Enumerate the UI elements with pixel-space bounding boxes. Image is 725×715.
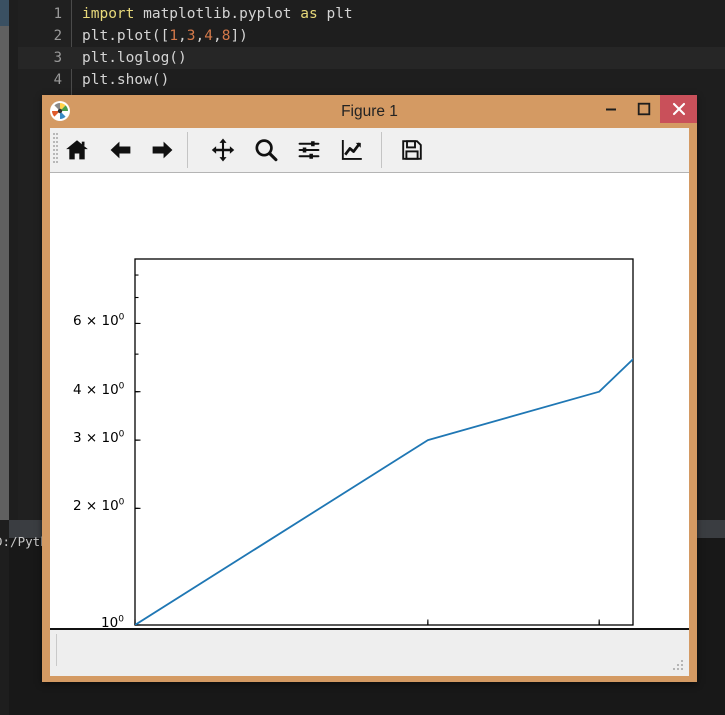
code-line[interactable]: 3 plt.loglog() bbox=[18, 47, 725, 69]
toolbar-drag-grip[interactable] bbox=[53, 132, 59, 168]
window-titlebar[interactable]: Figure 1 bbox=[42, 95, 697, 128]
figure-window[interactable]: Figure 1 100 2 × 100 3 × 100 4 × 100 6 ×… bbox=[42, 95, 697, 682]
figure-statusbar bbox=[50, 628, 689, 676]
code-line-text: plt.show() bbox=[82, 72, 170, 88]
code-line[interactable]: 1 import matplotlib.pyplot as plt bbox=[18, 3, 725, 25]
line-number: 2 bbox=[53, 28, 62, 44]
loglog-line-plot[interactable] bbox=[50, 173, 689, 628]
code-line-text: import matplotlib.pyplot as plt bbox=[82, 6, 353, 22]
toolbar-separator bbox=[187, 132, 188, 168]
y-tick-label: 100 bbox=[101, 614, 124, 628]
line-number: 4 bbox=[53, 72, 62, 88]
console-path-text: D:/Pyth bbox=[0, 534, 46, 549]
y-tick-label: 3 × 100 bbox=[73, 429, 125, 447]
y-tick-label: 4 × 100 bbox=[73, 381, 125, 398]
minimize-button[interactable] bbox=[594, 95, 627, 123]
configure-subplots-sliders-icon[interactable] bbox=[293, 135, 325, 165]
y-tick-label: 6 × 100 bbox=[73, 312, 125, 330]
figure-window-body: 1002 × 1003 × 1004 × 1006 × 1001002 × 10… bbox=[50, 128, 689, 676]
save-floppy-icon[interactable] bbox=[396, 135, 428, 165]
home-icon[interactable] bbox=[61, 135, 93, 165]
matplotlib-navigation-toolbar[interactable] bbox=[50, 128, 689, 173]
forward-arrow-icon[interactable] bbox=[146, 135, 178, 165]
edit-axis-curve-icon[interactable] bbox=[336, 135, 368, 165]
code-line-text: plt.plot([1,3,4,8]) bbox=[82, 28, 248, 44]
toolbar-separator-2 bbox=[381, 132, 382, 168]
resize-grip-icon[interactable] bbox=[672, 658, 684, 670]
y-tick-label: 2 × 100 bbox=[73, 497, 125, 515]
back-arrow-icon[interactable] bbox=[105, 135, 137, 165]
zoom-magnifier-icon[interactable] bbox=[250, 135, 282, 165]
code-line[interactable]: 4 plt.show() bbox=[18, 69, 725, 91]
pan-move-icon[interactable] bbox=[207, 135, 239, 165]
line-number: 1 bbox=[53, 6, 62, 22]
line-number: 3 bbox=[53, 50, 62, 66]
ide-left-rail bbox=[0, 0, 9, 520]
code-line[interactable]: 2 plt.plot([1,3,4,8]) bbox=[18, 25, 725, 47]
status-message bbox=[56, 634, 684, 666]
maximize-button[interactable] bbox=[627, 95, 660, 123]
figure-canvas[interactable]: 1002 × 1003 × 1004 × 1006 × 1001002 × 10… bbox=[50, 173, 689, 628]
ide-left-accent-marker bbox=[0, 0, 9, 26]
close-button[interactable] bbox=[660, 95, 697, 123]
code-line-text: plt.loglog() bbox=[82, 50, 187, 66]
